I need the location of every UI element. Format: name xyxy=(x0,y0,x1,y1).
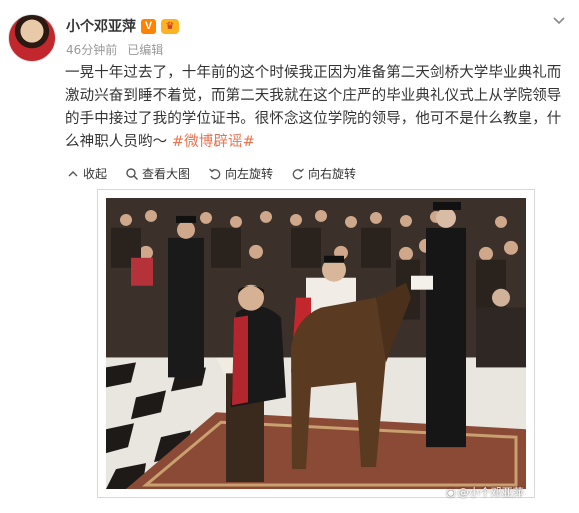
collapse-icon xyxy=(68,170,78,176)
rotate-right-button[interactable]: 向右旋转 xyxy=(291,165,356,182)
view-large-label: 查看大图 xyxy=(142,167,191,181)
post-meta: 46分钟前 已编辑 xyxy=(66,41,163,58)
hashtag-link[interactable]: #微博辟谣# xyxy=(172,134,255,150)
rotate-left-icon xyxy=(209,168,221,179)
collapse-label: 收起 xyxy=(83,167,108,181)
weibo-logo-icon: ◉ xyxy=(446,485,456,499)
edited-label[interactable]: 已编辑 xyxy=(127,41,163,58)
post-body: 一晃十年过去了，十年前的这个时候我正因为准备第二天剑桥大学毕业典礼而激动兴奋到睡… xyxy=(65,65,562,150)
post-image[interactable] xyxy=(97,189,535,498)
post-time[interactable]: 46分钟前 xyxy=(66,41,117,58)
chevron-down-icon[interactable] xyxy=(551,12,567,28)
post-text: 一晃十年过去了，十年前的这个时候我正因为准备第二天剑桥大学毕业典礼而激动兴奋到睡… xyxy=(65,62,565,154)
rotate-left-button[interactable]: 向左旋转 xyxy=(208,165,273,182)
crown-icon[interactable]: ♛ xyxy=(161,18,179,34)
rotate-left-label: 向左旋转 xyxy=(225,167,274,181)
magnifier-icon xyxy=(126,167,139,180)
collapse-button[interactable]: 收起 xyxy=(66,165,107,182)
view-large-button[interactable]: 查看大图 xyxy=(125,165,190,182)
avatar[interactable] xyxy=(8,14,56,62)
rotate-right-label: 向右旋转 xyxy=(308,167,357,181)
watermark: ◉ @小个邓亚萍 xyxy=(446,484,524,500)
graduation-photo xyxy=(106,198,526,489)
verified-badge[interactable]: V xyxy=(141,18,156,34)
ceremony-scene xyxy=(106,198,526,489)
rotate-right-icon xyxy=(292,168,305,179)
watermark-text: @小个邓亚萍 xyxy=(457,486,524,499)
image-toolbar: 收起 查看大图 向左旋转 向右旋转 xyxy=(66,165,356,182)
author-line: 小个邓亚萍 V ♛ xyxy=(66,16,179,36)
author-name[interactable]: 小个邓亚萍 xyxy=(66,16,136,36)
